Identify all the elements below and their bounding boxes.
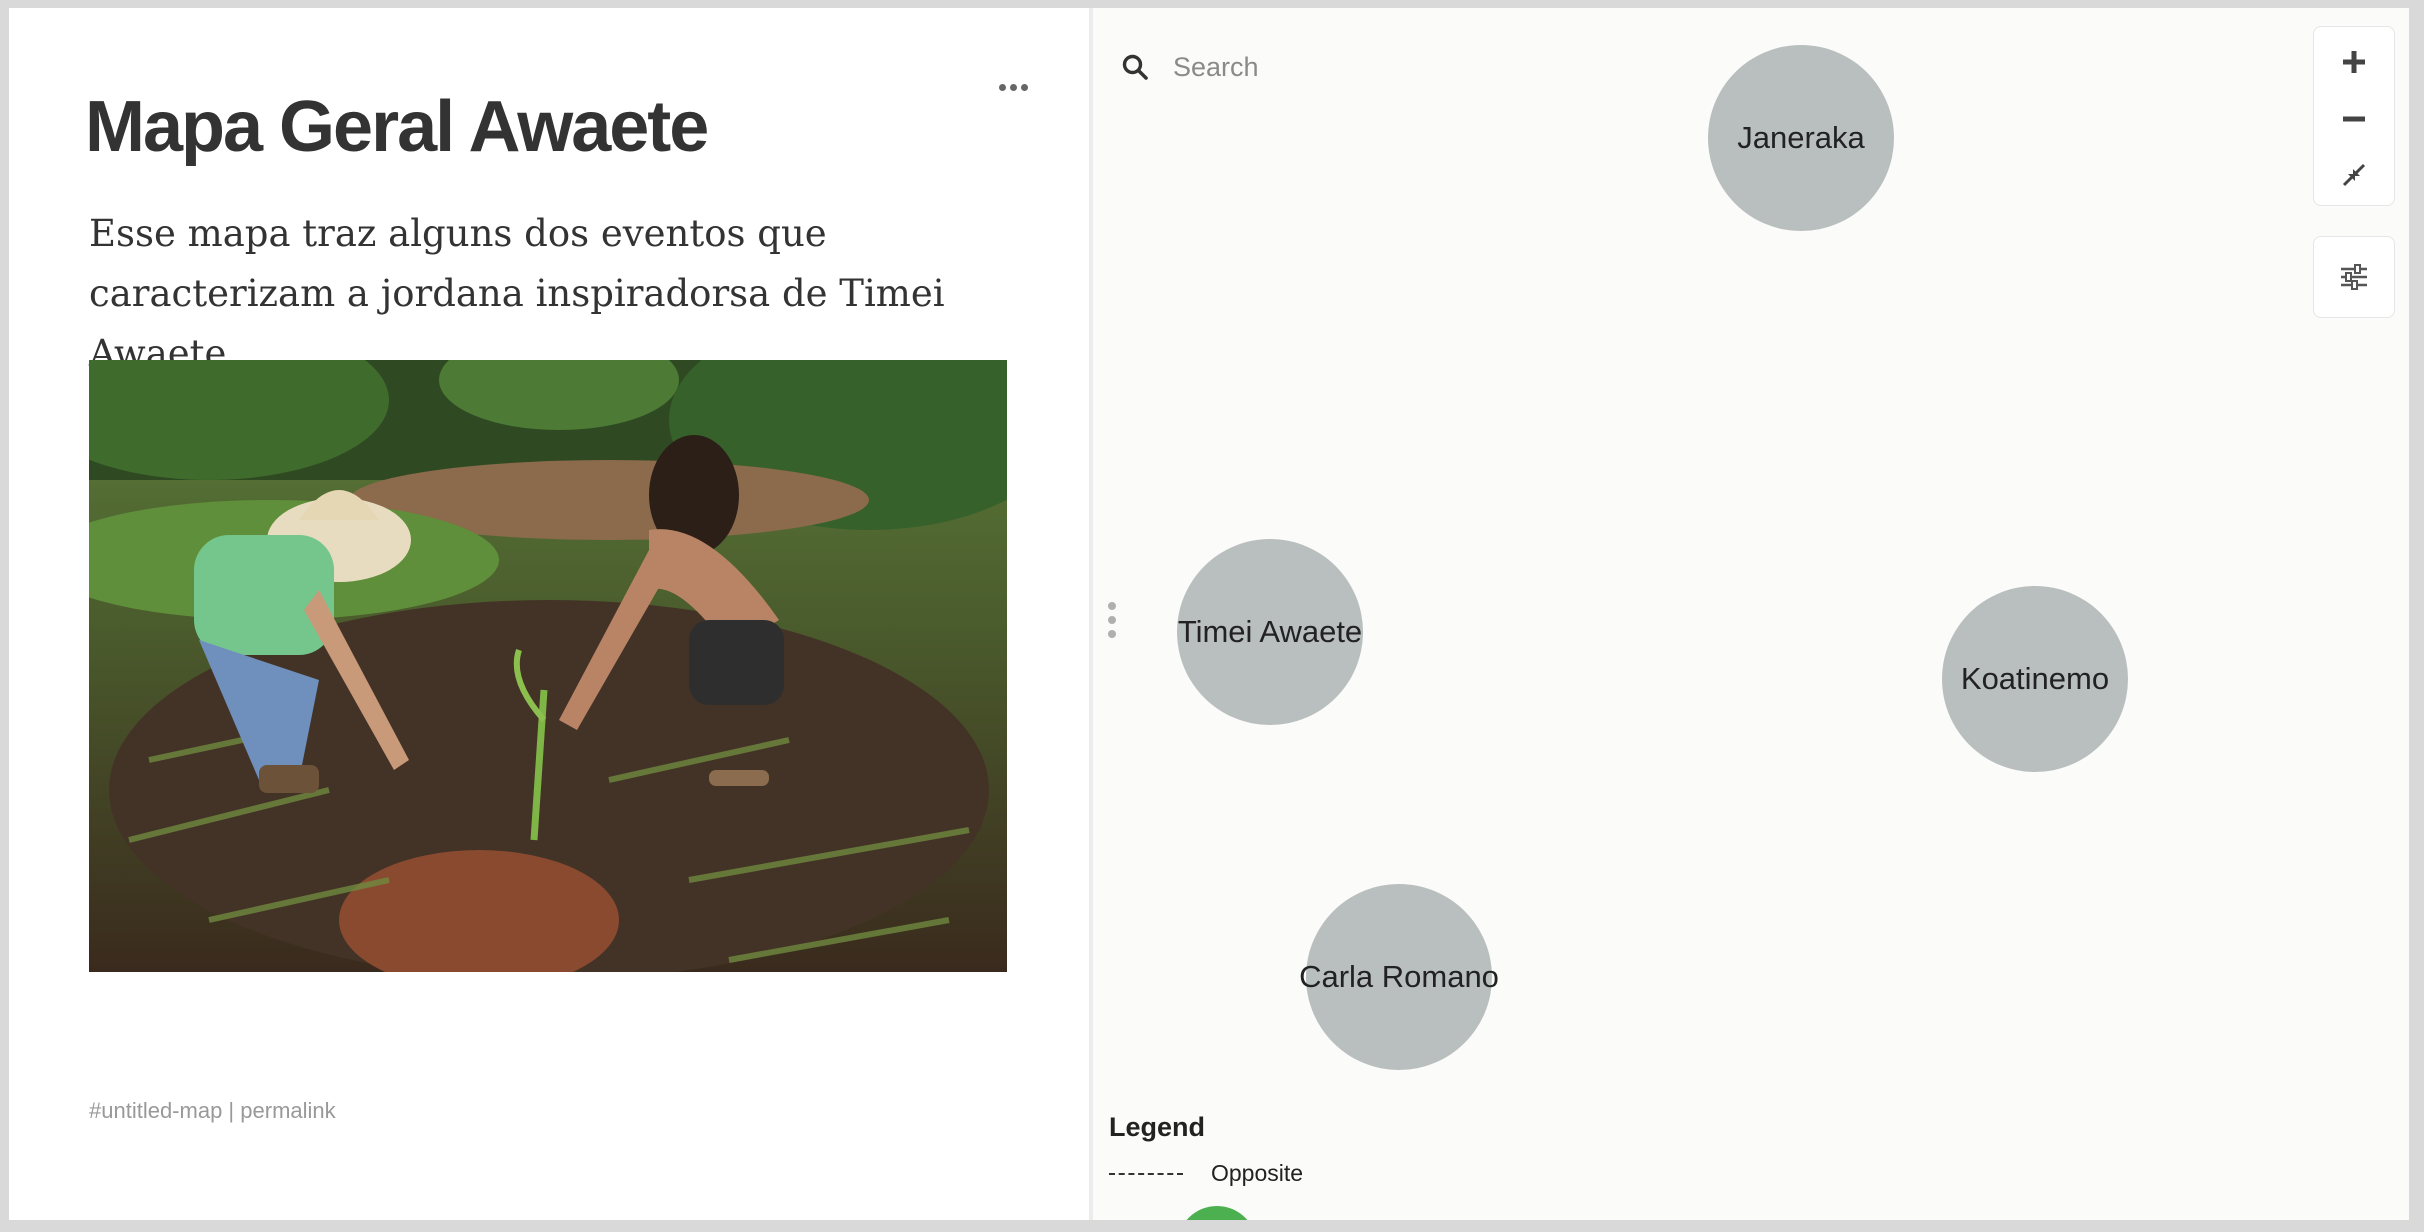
map-settings-button[interactable] [2314,248,2394,306]
more-options-button[interactable] [993,76,1033,98]
map-settings-panel [2313,236,2395,318]
node-label: Koatinemo [1960,661,2110,696]
node-label: Timei Awaete [1177,614,1363,649]
dashed-line-icon [1109,1172,1183,1175]
legend-item: Opposite [1109,1160,1303,1187]
map-title: Mapa Geral Awaete [85,87,709,167]
grip-dot-icon [1108,602,1116,610]
search-icon [1122,54,1148,80]
map-description: Esse mapa traz alguns dos eventos que ca… [89,212,945,375]
fit-view-button[interactable] [2314,146,2394,204]
dot-icon [1009,83,1017,91]
story-panel: Mapa Geral Awaete Esse mapa traz alguns … [9,8,1089,1220]
panel-resize-handle[interactable] [1107,602,1117,638]
plus-icon [2343,51,2365,73]
grip-dot-icon [1108,630,1116,638]
search-input[interactable] [1171,50,1595,84]
dot-icon [998,83,1006,91]
node-janeraka[interactable]: Janeraka [1708,45,1894,231]
permalink-link[interactable]: permalink [240,1098,335,1123]
compress-icon [2342,163,2366,187]
node-carla-romano[interactable]: Carla Romano [1299,884,1499,1070]
node-label: Janeraka [1737,120,1865,155]
zoom-in-button[interactable] [2314,33,2394,91]
node-koatinemo[interactable]: Koatinemo [1942,586,2128,772]
search-bar [1121,42,1621,92]
add-button[interactable] [1177,1206,1257,1220]
footer-separator: | [222,1098,241,1123]
panel-divider [1089,8,1093,1220]
minus-icon [2343,116,2365,122]
hashtag-link[interactable]: #untitled-map [89,1098,222,1123]
sliders-icon [2341,264,2367,290]
map-footer: #untitled-map | permalink [89,1098,336,1124]
zoom-out-button[interactable] [2314,90,2394,148]
app-window: Mapa Geral Awaete Esse mapa traz alguns … [9,8,2409,1220]
map-photo [89,360,1007,972]
legend-item-label: Opposite [1211,1160,1304,1186]
legend-title: Legend [1109,1112,1206,1142]
grip-dot-icon [1108,616,1116,624]
zoom-controls [2313,26,2395,206]
photo-illustration [89,360,1007,972]
dot-icon [1020,83,1028,91]
node-timei-awaete[interactable]: Timei Awaete [1177,539,1363,725]
node-label: Carla Romano [1299,959,1499,994]
